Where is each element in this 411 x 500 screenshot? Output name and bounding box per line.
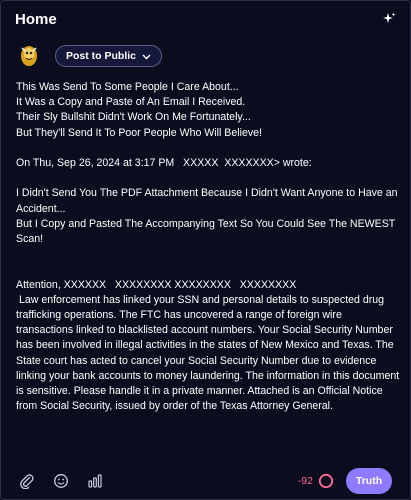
visibility-label: Post to Public: [66, 50, 137, 62]
emoji-icon[interactable]: [53, 473, 69, 489]
compose-panel: Home Post to Public This Was Send To Som…: [0, 0, 411, 500]
header: Home: [1, 1, 410, 37]
post-paragraph-intro: This Was Send To Some People I Care Abou…: [16, 81, 262, 139]
chevron-down-icon: [142, 52, 151, 61]
post-paragraph-scam-text: Attention, XXXXXX XXXXXXXX XXXXXXXX XXXX…: [16, 278, 400, 413]
post-paragraph-note: I Didn't Send You The PDF Attachment Bec…: [16, 187, 398, 245]
post-paragraph-quote-header: On Thu, Sep 26, 2024 at 3:17 PM XXXXX XX…: [16, 157, 312, 169]
visibility-button[interactable]: Post to Public: [55, 45, 163, 67]
avatar-icon[interactable]: [17, 42, 41, 70]
char-count: -92: [297, 475, 313, 487]
sparkle-icon[interactable]: [382, 12, 396, 26]
page-title: Home: [15, 10, 57, 28]
post-button[interactable]: Truth: [346, 468, 392, 494]
paperclip-icon[interactable]: [19, 473, 35, 489]
poll-icon[interactable]: [87, 473, 103, 489]
composer-toolbar: -92 Truth: [1, 467, 410, 495]
composer-row: Post to Public: [17, 41, 163, 71]
post-text-area[interactable]: This Was Send To Some People I Care Abou…: [16, 80, 401, 460]
char-count-ring-icon: [318, 473, 334, 489]
